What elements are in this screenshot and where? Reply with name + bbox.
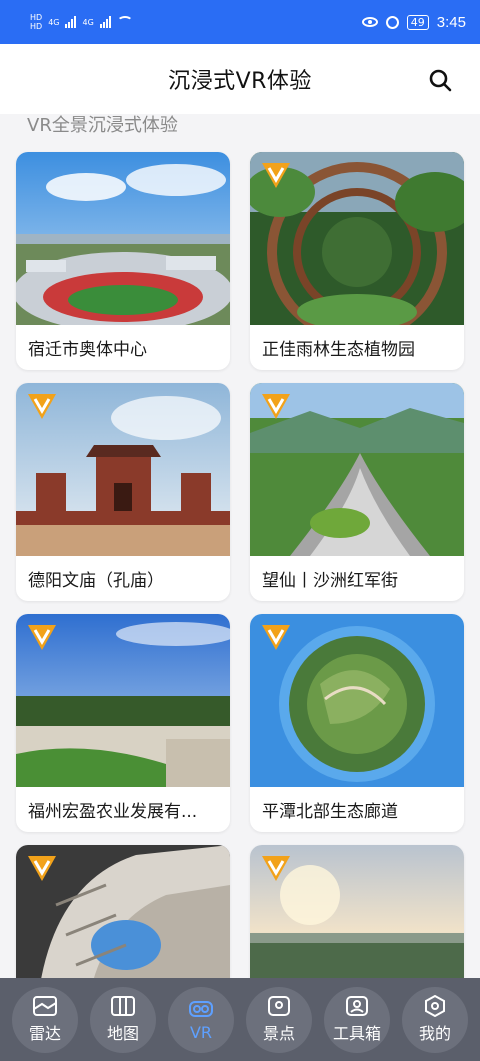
status-left: HD HD 4G 4G <box>30 13 133 31</box>
map-icon <box>111 996 135 1016</box>
status-right: 49 3:45 <box>361 13 466 31</box>
network-label: 4G <box>82 17 94 27</box>
nav-label: VR <box>189 1022 213 1042</box>
card-thumbnail <box>16 152 230 325</box>
toolbox-icon <box>346 996 368 1016</box>
vip-badge-icon <box>262 394 290 419</box>
nav-item-radar[interactable]: 雷达 <box>12 986 78 1053</box>
search-icon <box>429 69 452 92</box>
section-title: VR全景沉浸式体验 <box>27 115 178 136</box>
nav-label: 我的 <box>418 1024 451 1043</box>
vr-glasses-icon <box>189 1000 213 1017</box>
nav-item-toolbox[interactable]: 工具箱 <box>324 986 390 1053</box>
nav-label: 地图 <box>106 1024 139 1043</box>
vip-badge-icon <box>262 163 290 188</box>
vr-card[interactable]: 正佳雨林生态植物园 <box>250 152 464 370</box>
vr-card[interactable]: 德阳文庙（孔庙） <box>16 383 230 601</box>
profile-icon <box>425 995 445 1017</box>
vr-card[interactable]: 平潭北部生态廊道 <box>250 614 464 832</box>
alarm-icon <box>385 15 399 29</box>
nav-item-map[interactable]: 地图 <box>90 986 156 1053</box>
nav-item-vr[interactable]: VR <box>168 986 234 1053</box>
vip-badge-icon <box>28 625 56 650</box>
wifi-icon <box>116 16 133 28</box>
clock-time: 3:45 <box>436 13 466 31</box>
search-button[interactable] <box>428 68 452 92</box>
vr-card[interactable]: 福州宏盈农业发展有... <box>16 614 230 832</box>
signal-icon <box>99 16 111 28</box>
card-title: 德阳文庙（孔庙） <box>28 571 164 591</box>
scenic-photo-icon <box>268 996 290 1016</box>
card-title: 宿迁市奥体中心 <box>28 340 147 360</box>
card-title: 平潭北部生态廊道 <box>262 802 398 822</box>
nav-label: 雷达 <box>28 1024 61 1043</box>
eye-comfort-icon <box>361 17 378 27</box>
status-bar: HD HD 4G 4G 49 3:45 <box>0 0 480 44</box>
nav-item-profile[interactable]: 我的 <box>402 986 468 1053</box>
vr-card[interactable]: 望仙丨沙洲红军街 <box>250 383 464 601</box>
nav-label: 景点 <box>262 1024 295 1043</box>
vip-badge-icon <box>262 625 290 650</box>
card-title: 望仙丨沙洲红军街 <box>262 571 398 591</box>
battery-indicator: 49 <box>406 14 429 30</box>
page-title: 沉浸式VR体验 <box>168 69 312 94</box>
vip-badge-icon <box>28 394 56 419</box>
vip-badge-icon <box>28 856 56 881</box>
app-header: 沉浸式VR体验 <box>0 44 480 114</box>
card-title: 正佳雨林生态植物园 <box>262 340 415 360</box>
network-label: 4G <box>48 17 60 27</box>
nav-item-scenic[interactable]: 景点 <box>246 986 312 1053</box>
vip-badge-icon <box>262 856 290 881</box>
hd-tag: HD <box>30 22 43 31</box>
hd-tag: HD <box>30 13 43 22</box>
nav-label: 工具箱 <box>332 1024 381 1043</box>
radar-map-icon <box>33 996 57 1016</box>
card-title: 福州宏盈农业发展有... <box>28 802 198 822</box>
bottom-nav: 雷达 地图 VR 景点 工具箱 我的 <box>0 978 480 1061</box>
vr-card[interactable]: 宿迁市奥体中心 <box>16 152 230 370</box>
signal-icon <box>65 16 77 28</box>
